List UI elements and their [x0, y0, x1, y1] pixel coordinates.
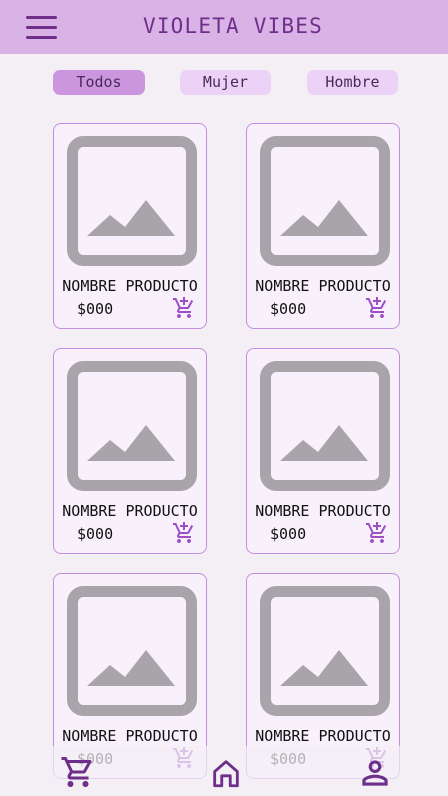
image-placeholder-icon [67, 586, 197, 716]
shopping-cart-icon[interactable] [60, 754, 96, 790]
user-profile-icon[interactable] [356, 754, 394, 792]
home-icon[interactable] [209, 756, 243, 790]
product-price: $000 [77, 300, 114, 318]
bottom-navigation [0, 746, 448, 795]
product-name: NOMBRE PRODUCTO [62, 502, 198, 520]
product-name: NOMBRE PRODUCTO [255, 727, 391, 745]
add-to-cart-icon[interactable] [172, 296, 196, 320]
category-filters: Todos Mujer Hombre [0, 70, 448, 96]
product-name: NOMBRE PRODUCTO [62, 727, 198, 745]
hamburger-menu-icon[interactable] [26, 16, 58, 40]
image-placeholder-icon [67, 361, 197, 491]
app-title: VIOLETA VIBES [143, 14, 323, 38]
image-placeholder-icon [260, 586, 390, 716]
image-placeholder-icon [67, 136, 197, 266]
product-card[interactable]: NOMBRE PRODUCTO $000 [246, 348, 400, 554]
image-placeholder-icon [260, 361, 390, 491]
product-price: $000 [77, 525, 114, 543]
product-card[interactable]: NOMBRE PRODUCTO $000 [246, 123, 400, 329]
add-to-cart-icon[interactable] [172, 521, 196, 545]
product-card[interactable]: NOMBRE PRODUCTO $000 [53, 348, 207, 554]
filter-chip-mujer[interactable]: Mujer [180, 70, 271, 95]
filter-chip-hombre[interactable]: Hombre [307, 70, 398, 95]
app-header: VIOLETA VIBES [0, 0, 448, 54]
product-price: $000 [270, 300, 307, 318]
filter-chip-todos[interactable]: Todos [53, 70, 145, 95]
product-name: NOMBRE PRODUCTO [255, 502, 391, 520]
add-to-cart-icon[interactable] [365, 521, 389, 545]
image-placeholder-icon [260, 136, 390, 266]
product-card[interactable]: NOMBRE PRODUCTO $000 [53, 123, 207, 329]
product-name: NOMBRE PRODUCTO [62, 277, 198, 295]
product-price: $000 [270, 525, 307, 543]
add-to-cart-icon[interactable] [365, 296, 389, 320]
product-name: NOMBRE PRODUCTO [255, 277, 391, 295]
